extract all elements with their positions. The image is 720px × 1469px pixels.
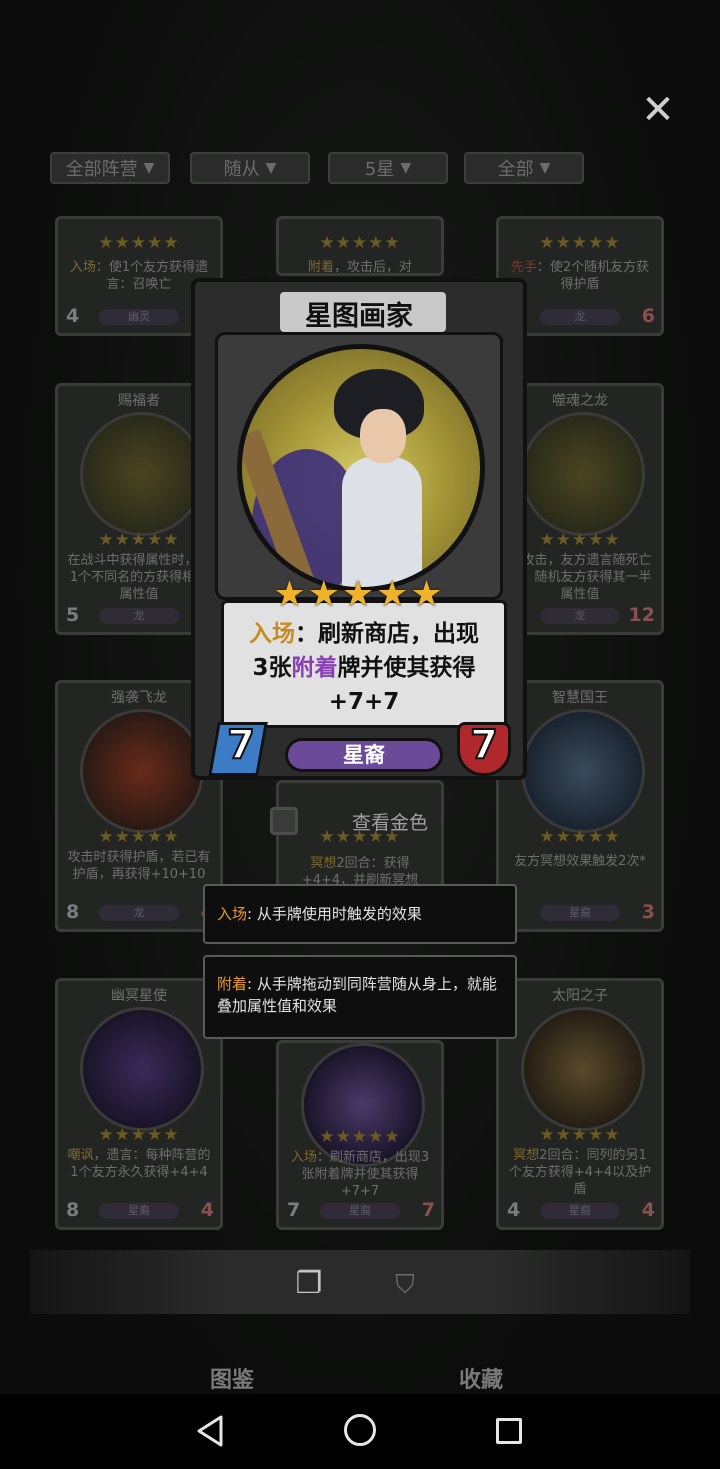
chevron-down-icon: ▼ <box>265 160 277 176</box>
featured-card: 星图画家 ★★★★★ 入场：刷新商店，出现 3张附着牌并使其获得 +7+7 7 … <box>191 278 527 780</box>
card-tribe: 星裔 <box>320 1203 400 1219</box>
card-attack: 4 <box>66 305 80 327</box>
back-icon[interactable] <box>195 1414 225 1448</box>
card-tribe: 龙 <box>540 309 620 325</box>
card-art <box>80 412 204 536</box>
card-portrait <box>237 344 485 592</box>
card-attack: 5 <box>66 604 80 626</box>
card-title: 星图画家 <box>305 301 413 332</box>
card-health: 3 <box>641 901 655 923</box>
card-art <box>521 1007 645 1131</box>
card-desc: 去攻击，友方遗言随死亡亡，随机友方获得其一半属性值 <box>508 553 652 602</box>
tooltip-text: : 从手牌使用时触发的效果 <box>247 905 422 923</box>
recent-apps-icon[interactable] <box>496 1418 522 1444</box>
home-icon[interactable] <box>344 1414 376 1446</box>
tooltip-keyword: 入场 <box>217 905 248 923</box>
card-tribe: 星裔 <box>99 1203 179 1219</box>
card-stars: ★★★★★ <box>98 233 180 253</box>
keyword-tooltip-entry: 入场: 从手牌使用时触发的效果 <box>203 884 517 944</box>
chevron-down-icon: ▼ <box>143 160 155 176</box>
card-attack: 8 <box>66 901 80 923</box>
card-health: 4 <box>200 1199 214 1221</box>
card-art <box>521 412 645 536</box>
faction-filter-label: 全部阵营 <box>65 159 138 180</box>
card-stars: ★★★★★ <box>539 1125 621 1145</box>
card-attack: 7 <box>226 721 256 769</box>
card-health: 7 <box>469 721 499 769</box>
card-tribe: 龙 <box>99 608 179 624</box>
card-health: 4 <box>641 1199 655 1221</box>
card-desc: 友方冥想效果触发2次* <box>514 854 646 869</box>
card-tribe: 星裔 <box>540 1203 620 1219</box>
misc-filter-label: 全部 <box>497 159 534 180</box>
collection-card[interactable]: ★★★★★ 入场：刷新商店，出现3张附着牌并使其获得+7+7 7 星裔 7 <box>276 1040 444 1230</box>
card-desc: 嘲讽，遗言：每种阵营的1个友方永久获得+4+4 <box>67 1148 211 1180</box>
misc-filter[interactable]: 全部 ▼ <box>464 152 584 184</box>
tab-codex[interactable]: 图鉴 <box>210 1362 254 1394</box>
portrait-body <box>342 457 422 587</box>
card-stars: ★★★★★ <box>539 827 621 847</box>
golden-label: 查看金色 <box>352 811 429 834</box>
card-stars: ★★★★★ <box>273 574 445 615</box>
star-filter[interactable]: 5星 ▼ <box>328 152 448 184</box>
card-attack: 8 <box>66 1199 80 1221</box>
portrait-face <box>360 409 406 463</box>
card-tribe: 星裔 <box>540 905 620 921</box>
star-filter-label: 5星 <box>364 159 395 180</box>
type-filter-label: 随从 <box>223 159 260 180</box>
collection-card[interactable]: ★★★★★ 附着，攻击后，对 <box>276 216 444 276</box>
tooltip-keyword: 附着 <box>217 975 248 993</box>
chevron-down-icon: ▼ <box>539 160 551 176</box>
type-filter[interactable]: 随从 ▼ <box>190 152 310 184</box>
card-art <box>80 709 204 833</box>
golden-toggle[interactable]: 查看金色 <box>270 807 428 835</box>
card-tribe: 龙 <box>540 608 620 624</box>
card-health: 7 <box>421 1199 435 1221</box>
card-stars: ★★★★★ <box>98 1125 180 1145</box>
collection-card[interactable]: 太阳之子 ★★★★★ 冥想2回合：同列的另1个友方获得+4+4以及护盾 4 星裔 4 <box>496 978 664 1230</box>
card-desc: 攻击时获得护盾，若已有护盾，再获得+10+10 <box>67 850 211 882</box>
tooltip-text: : 从手牌拖动到同阵营随从身上，就能叠加属性值和效果 <box>217 975 497 1015</box>
card-health: 12 <box>628 604 655 626</box>
card-description: 入场：刷新商店，出现 3张附着牌并使其获得 +7+7 <box>249 621 479 715</box>
card-art <box>521 709 645 833</box>
card-stars: ★★★★★ <box>319 233 401 253</box>
card-stars: ★★★★★ <box>539 233 621 253</box>
card-desc: 附着，攻击后，对 <box>307 260 413 275</box>
close-icon[interactable]: ✕ <box>638 90 678 130</box>
card-tribe: 幽灵 <box>99 309 179 325</box>
card-desc: 入场：刷新商店，出现3张附着牌并使其获得+7+7 <box>290 1150 430 1199</box>
golden-checkbox[interactable] <box>270 807 298 835</box>
card-attack: 7 <box>287 1199 301 1221</box>
card-attack: 4 <box>507 1199 521 1221</box>
card-stars: ★★★★★ <box>319 1127 401 1147</box>
book-icon[interactable]: ⛉ <box>388 1270 422 1300</box>
card-tribe: 龙 <box>99 905 179 921</box>
card-name: 太阳之子 <box>552 988 608 1004</box>
chevron-down-icon: ▼ <box>400 160 412 176</box>
card-tribe: 星裔 <box>285 738 443 772</box>
card-stars: ★★★★★ <box>98 827 180 847</box>
keyword-tooltip-attach: 附着: 从手牌拖动到同阵营随从身上，就能叠加属性值和效果 <box>203 955 517 1039</box>
deck-bar <box>30 1250 690 1314</box>
collection-card[interactable]: 幽冥星使 ★★★★★ 嘲讽，遗言：每种阵营的1个友方永久获得+4+4 8 星裔 4 <box>55 978 223 1230</box>
card-health: 6 <box>641 305 655 327</box>
faction-filter[interactable]: 全部阵营 ▼ <box>50 152 170 184</box>
filter-bar: 全部阵营 ▼ 随从 ▼ 5星 ▼ 全部 ▼ <box>50 152 610 186</box>
card-name: 幽冥星使 <box>111 988 167 1004</box>
card-desc: 先手：使2个随机友方获得护盾 <box>510 260 650 292</box>
cards-icon[interactable]: ❐ <box>290 1266 328 1301</box>
tab-collection[interactable]: 收藏 <box>459 1362 503 1394</box>
card-art <box>80 1007 204 1131</box>
card-desc: 冥想2回合：同列的另1个友方获得+4+4以及护盾 <box>508 1148 652 1197</box>
